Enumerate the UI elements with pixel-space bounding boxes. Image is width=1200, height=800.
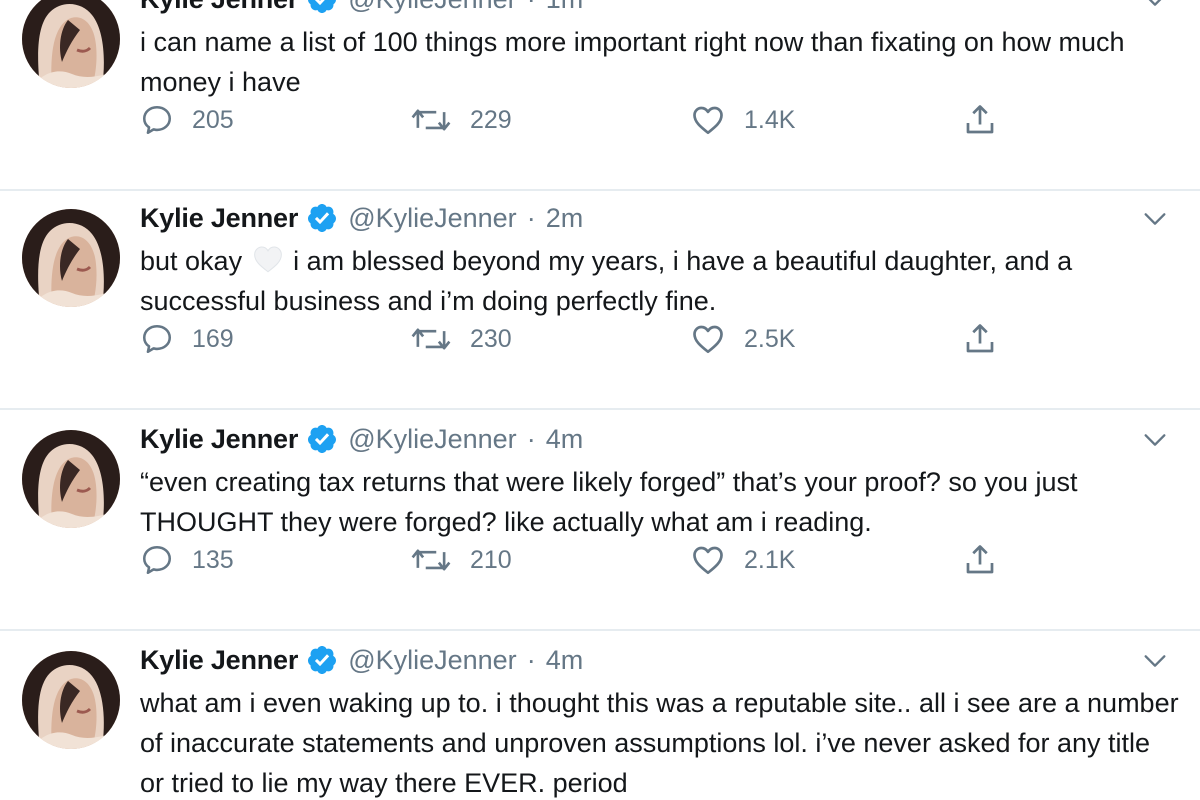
tweet[interactable]: Kylie Jenner @KylieJenner · 4m what am i… (0, 631, 1200, 800)
retweet-arrows-icon (410, 544, 452, 576)
timestamp[interactable]: 4m (546, 645, 584, 676)
share-button[interactable] (962, 100, 1016, 140)
author-handle[interactable]: @KylieJenner (348, 0, 517, 15)
author-handle[interactable]: @KylieJenner (348, 424, 517, 455)
avatar-image (22, 651, 120, 749)
retweet-button[interactable]: 229 (410, 100, 512, 140)
timestamp[interactable]: 2m (546, 203, 584, 234)
verified-badge-icon (306, 202, 338, 234)
verified-badge-icon (306, 0, 338, 15)
separator: · (527, 0, 536, 15)
tweet-header: Kylie Jenner @KylieJenner · 4m (140, 643, 583, 677)
tweet-text: i can name a list of 100 things more imp… (140, 27, 1125, 97)
tweet-text: but okay i am blessed beyond my years, i… (140, 241, 1180, 321)
author-name[interactable]: Kylie Jenner (140, 203, 298, 234)
retweet-button[interactable]: 210 (410, 540, 512, 580)
heart-outline-icon (690, 102, 726, 138)
tweet[interactable]: Kylie Jenner @KylieJenner · 2m but okay … (0, 189, 1200, 410)
speech-bubble-icon (140, 322, 174, 356)
author-handle[interactable]: @KylieJenner (348, 203, 517, 234)
chevron-down-icon[interactable] (1141, 647, 1169, 675)
author-name[interactable]: Kylie Jenner (140, 424, 298, 455)
share-upload-icon (962, 102, 998, 138)
avatar[interactable] (22, 651, 120, 749)
tweet-text-start: but okay (140, 246, 243, 276)
white-heart-emoji-icon (252, 245, 284, 273)
avatar-image (22, 0, 120, 88)
like-button[interactable]: 2.5K (690, 319, 795, 359)
like-count: 2.5K (744, 324, 796, 353)
like-button[interactable]: 1.4K (690, 100, 795, 140)
avatar-image (22, 209, 120, 307)
tweet-text: “even creating tax returns that were lik… (140, 467, 1078, 537)
like-count: 1.4K (744, 105, 796, 134)
heart-outline-icon (690, 321, 726, 357)
tweet-text: what am i even waking up to. i thought t… (140, 688, 1179, 798)
reply-count: 169 (192, 324, 234, 353)
retweet-arrows-icon (410, 104, 452, 136)
reply-button[interactable]: 135 (140, 540, 234, 580)
like-count: 2.1K (744, 545, 796, 574)
reply-count: 205 (192, 105, 234, 134)
heart-outline-icon (690, 542, 726, 578)
timestamp[interactable]: 1m (546, 0, 584, 15)
avatar[interactable] (22, 209, 120, 307)
author-name[interactable]: Kylie Jenner (140, 645, 298, 676)
tweet-header: Kylie Jenner @KylieJenner · 1m (140, 0, 583, 16)
chevron-down-icon[interactable] (1141, 426, 1169, 454)
speech-bubble-icon (140, 103, 174, 137)
reply-button[interactable]: 205 (140, 100, 234, 140)
author-name[interactable]: Kylie Jenner (140, 0, 298, 15)
verified-badge-icon (306, 644, 338, 676)
avatar[interactable] (22, 0, 120, 88)
avatar[interactable] (22, 430, 120, 528)
chevron-down-icon[interactable] (1141, 0, 1169, 14)
retweet-count: 229 (470, 105, 512, 134)
reply-count: 135 (192, 545, 234, 574)
author-handle[interactable]: @KylieJenner (348, 645, 517, 676)
share-button[interactable] (962, 540, 1016, 580)
chevron-down-icon[interactable] (1141, 205, 1169, 233)
share-upload-icon (962, 321, 998, 357)
separator: · (526, 644, 536, 675)
retweet-arrows-icon (410, 323, 452, 355)
tweet-feed: Kylie Jenner @KylieJenner · 1m i can nam… (0, 0, 1200, 800)
share-button[interactable] (962, 319, 1016, 359)
separator: · (526, 202, 536, 233)
like-button[interactable]: 2.1K (690, 540, 795, 580)
reply-button[interactable]: 169 (140, 319, 234, 359)
verified-badge-icon (306, 423, 338, 455)
timestamp[interactable]: 4m (546, 424, 584, 455)
retweet-button[interactable]: 230 (410, 319, 512, 359)
tweet-actions: 135 210 2.1K (0, 540, 1200, 580)
tweet-actions: 169 230 2.5K (0, 319, 1200, 359)
tweet-header: Kylie Jenner @KylieJenner · 4m (140, 422, 583, 456)
retweet-count: 230 (470, 324, 512, 353)
tweet[interactable]: Kylie Jenner @KylieJenner · 4m “even cre… (0, 410, 1200, 631)
tweet[interactable]: Kylie Jenner @KylieJenner · 1m i can nam… (0, 0, 1200, 191)
separator: · (526, 423, 536, 454)
retweet-count: 210 (470, 545, 512, 574)
tweet-header: Kylie Jenner @KylieJenner · 2m (140, 201, 583, 235)
speech-bubble-icon (140, 543, 174, 577)
share-upload-icon (962, 542, 998, 578)
avatar-image (22, 430, 120, 528)
tweet-actions: 205 229 1.4K (0, 100, 1200, 140)
